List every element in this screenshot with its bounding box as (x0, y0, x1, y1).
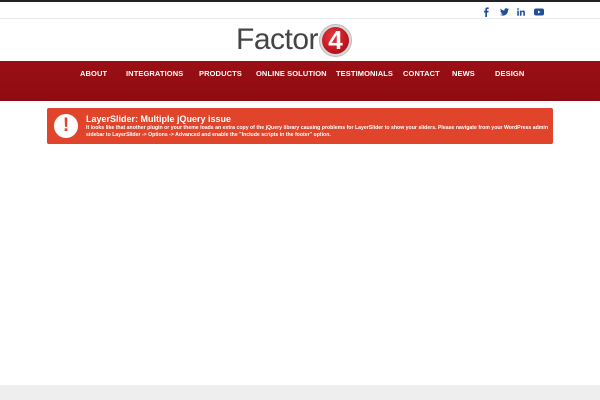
site-header: Factor 4 (0, 19, 600, 61)
footer-strip (0, 385, 600, 400)
factor4-logo[interactable]: Factor 4 (236, 22, 353, 58)
logo-text: Factor (236, 23, 319, 56)
exclamation-icon: ! (54, 114, 78, 138)
nav-item-design[interactable]: DESIGN (495, 68, 524, 80)
nav-item-testimonials[interactable]: TESTIMONIALS (336, 68, 393, 80)
nav-item-contact[interactable]: CONTACT (403, 68, 440, 80)
nav-item-news[interactable]: NEWS (452, 68, 475, 80)
nav-item-about[interactable]: ABOUT (80, 68, 107, 80)
main-nav: ABOUT INTEGRATIONS PRODUCTS ONLINE SOLUT… (0, 61, 600, 101)
nav-item-online-solution[interactable]: ONLINE SOLUTION (256, 68, 327, 80)
alert-title: LayerSlider: Multiple jQuery issue (86, 114, 232, 124)
alert-message: It looks like that another plugin or you… (86, 125, 548, 138)
twitter-icon[interactable] (498, 5, 510, 18)
top-bar (0, 0, 600, 19)
logo-badge: 4 (319, 23, 353, 57)
nav-item-integrations[interactable]: INTEGRATIONS (126, 68, 183, 80)
youtube-icon[interactable] (533, 5, 545, 18)
linkedin-icon[interactable] (515, 5, 527, 18)
logo-number: 4 (328, 24, 343, 55)
nav-item-products[interactable]: PRODUCTS (199, 68, 242, 80)
facebook-icon[interactable] (480, 5, 492, 18)
layerslider-alert: ! LayerSlider: Multiple jQuery issue It … (47, 108, 553, 144)
